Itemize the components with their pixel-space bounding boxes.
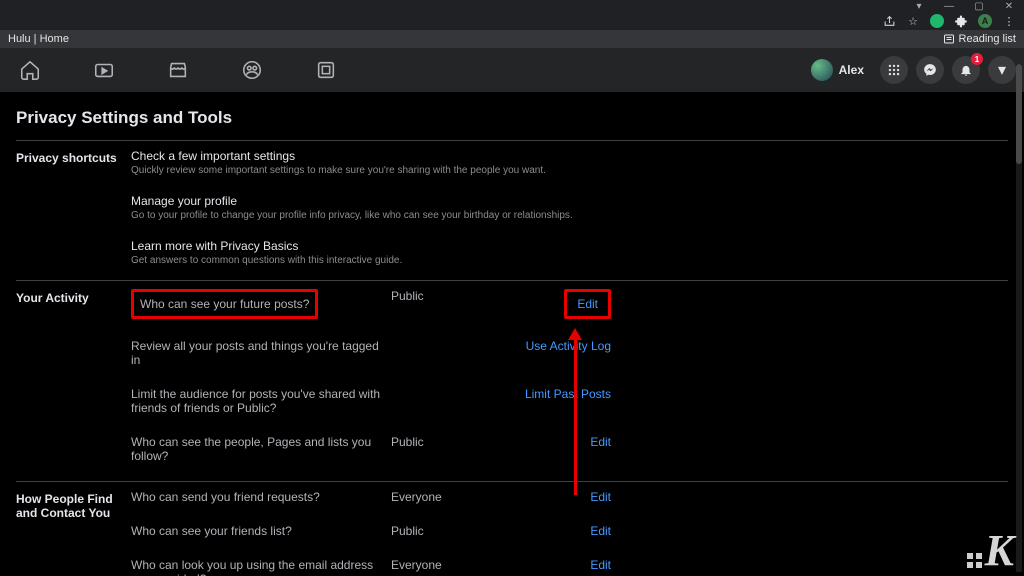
shortcut-desc: Get answers to common questions with thi… <box>131 255 611 266</box>
topnav-right: Alex 1 ▾ <box>803 56 1016 84</box>
setting-question: Review all your posts and things you're … <box>131 339 391 367</box>
setting-row-friends-list: Who can see your friends list? Public Ed… <box>131 514 611 548</box>
section-your-activity: Your Activity Who can see your future po… <box>16 289 1008 473</box>
setting-question: Who can see the people, Pages and lists … <box>131 435 391 463</box>
setting-value: Public <box>391 289 491 303</box>
edit-link[interactable]: Edit <box>577 297 598 311</box>
groups-icon[interactable] <box>240 58 264 82</box>
gaming-icon[interactable] <box>314 58 338 82</box>
reading-list-icon <box>943 33 955 45</box>
scrollbar-thumb[interactable] <box>1016 64 1022 164</box>
settings-page: Privacy Settings and Tools Privacy short… <box>0 92 1024 576</box>
setting-row-limit-audience: Limit the audience for posts you've shar… <box>131 377 611 425</box>
shortcut-desc: Quickly review some important settings t… <box>131 165 611 176</box>
reading-list-button[interactable]: Reading list <box>935 33 1024 45</box>
setting-question: Who can look you up using the email addr… <box>131 558 391 576</box>
shortcut-desc: Go to your profile to change your profil… <box>131 210 611 221</box>
profile-name: Alex <box>839 63 864 77</box>
section-privacy-shortcuts: Privacy shortcuts Check a few important … <box>16 149 1008 272</box>
setting-value: Everyone <box>391 558 491 572</box>
highlight-box: Who can see your future posts? <box>131 289 318 319</box>
setting-value: Public <box>391 524 491 538</box>
shortcut-privacy-basics[interactable]: Learn more with Privacy Basics Get answe… <box>131 239 611 266</box>
setting-question: Who can see your friends list? <box>131 524 391 538</box>
share-icon[interactable] <box>882 14 896 28</box>
section-label-find: How People Find and Contact You <box>16 490 131 520</box>
divider <box>16 140 1008 141</box>
watch-icon[interactable] <box>92 58 116 82</box>
browser-toolbar: ☆ A ⋮ <box>0 12 1024 30</box>
edit-link[interactable]: Edit <box>590 435 611 449</box>
extensions-icon[interactable] <box>954 14 968 28</box>
limit-past-posts-link[interactable]: Limit Past Posts <box>525 387 611 401</box>
window-minimize[interactable]: — <box>934 0 964 12</box>
star-icon[interactable]: ☆ <box>906 14 920 28</box>
window-close[interactable]: ✕ <box>994 0 1024 12</box>
setting-question: Limit the audience for posts you've shar… <box>131 387 391 415</box>
setting-row-followed-lists: Who can see the people, Pages and lists … <box>131 425 611 473</box>
shortcut-title: Check a few important settings <box>131 149 611 163</box>
page-title: Privacy Settings and Tools <box>16 108 1008 128</box>
shortcut-check-settings[interactable]: Check a few important settings Quickly r… <box>131 149 611 176</box>
profile-chip[interactable]: Alex <box>803 57 872 83</box>
reading-list-label: Reading list <box>959 33 1016 45</box>
home-icon[interactable] <box>18 58 42 82</box>
divider <box>16 280 1008 281</box>
edit-link[interactable]: Edit <box>590 524 611 538</box>
section-find-contact: How People Find and Contact You Who can … <box>16 490 1008 576</box>
divider <box>16 481 1008 482</box>
shortcut-manage-profile[interactable]: Manage your profile Go to your profile t… <box>131 194 611 221</box>
setting-question: Who can send you friend requests? <box>131 490 391 504</box>
window-titlebar: ▾ — ▢ ✕ <box>0 0 1024 12</box>
setting-row-review-posts: Review all your posts and things you're … <box>131 329 611 377</box>
account-dropdown-icon[interactable]: ▾ <box>988 56 1016 84</box>
menu-grid-icon[interactable] <box>880 56 908 84</box>
marketplace-icon[interactable] <box>166 58 190 82</box>
setting-row-friend-requests: Who can send you friend requests? Everyo… <box>131 490 611 514</box>
facebook-topnav: Alex 1 ▾ <box>0 48 1024 92</box>
section-label-shortcuts: Privacy shortcuts <box>16 149 131 165</box>
setting-row-lookup-email: Who can look you up using the email addr… <box>131 548 611 576</box>
setting-question: Who can see your future posts? <box>131 289 391 319</box>
extension-1-icon[interactable] <box>930 14 944 28</box>
topnav-tabs <box>18 58 338 82</box>
window-dropdown[interactable]: ▾ <box>904 0 934 12</box>
setting-value: Everyone <box>391 490 491 504</box>
edit-link[interactable]: Edit <box>590 490 611 504</box>
section-label-activity: Your Activity <box>16 289 131 305</box>
setting-value: Public <box>391 435 491 449</box>
shortcut-title: Learn more with Privacy Basics <box>131 239 611 253</box>
activity-log-link[interactable]: Use Activity Log <box>526 339 611 353</box>
notifications-icon[interactable]: 1 <box>952 56 980 84</box>
page-scrollbar[interactable] <box>1016 64 1022 572</box>
bookmark-hulu[interactable]: Hulu | Home <box>0 31 77 47</box>
kebab-menu-icon[interactable]: ⋮ <box>1002 14 1016 28</box>
bookmarks-bar: Hulu | Home Reading list <box>0 30 1024 48</box>
notification-badge: 1 <box>971 53 983 65</box>
edit-link[interactable]: Edit <box>590 558 611 572</box>
messenger-icon[interactable] <box>916 56 944 84</box>
profile-avatar-icon[interactable]: A <box>978 14 992 28</box>
avatar <box>811 59 833 81</box>
setting-row-future-posts: Who can see your future posts? Public Ed… <box>131 289 611 329</box>
highlight-box: Edit <box>564 289 611 319</box>
shortcut-title: Manage your profile <box>131 194 611 208</box>
window-maximize[interactable]: ▢ <box>964 0 994 12</box>
